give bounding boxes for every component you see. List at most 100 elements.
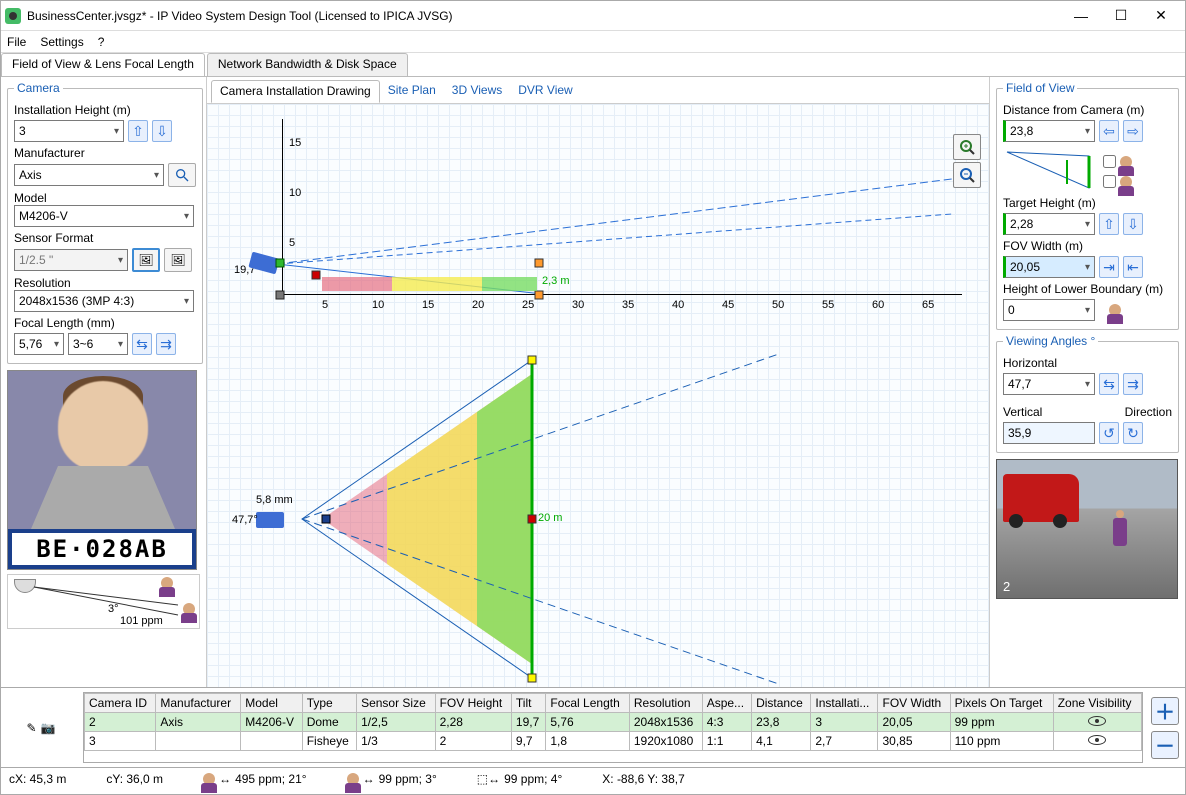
target-up-button[interactable]: ⇧ <box>1099 213 1119 235</box>
table-header[interactable]: Tilt <box>511 694 545 713</box>
vertical-field: 35,9 <box>1003 422 1095 444</box>
table-header[interactable]: Distance <box>752 694 811 713</box>
horizontal-value: 47,7 <box>1008 377 1031 391</box>
scene-3d-preview[interactable]: 2 <box>996 459 1178 599</box>
top-focal-label: 5,8 mm <box>256 494 293 506</box>
eye-icon[interactable] <box>1088 735 1106 745</box>
status-coords: X: -88,6 Y: 38,7 <box>602 772 685 786</box>
camera-table-wrap[interactable]: Camera IDManufacturerModelTypeSensor Siz… <box>83 692 1143 763</box>
fovw-in-button[interactable]: ⇥ <box>1099 256 1119 278</box>
angle-value: 3° <box>108 603 119 615</box>
tab-dvr[interactable]: DVR View <box>510 80 580 103</box>
tab-siteplan[interactable]: Site Plan <box>380 80 444 103</box>
table-header[interactable]: FOV Width <box>878 694 950 713</box>
target-far-checkbox[interactable] <box>1103 175 1116 188</box>
sensor-label: Sensor Format <box>14 231 196 245</box>
status-ppm1: ↔495 ppm; 21° <box>203 772 307 786</box>
table-header[interactable]: Manufacturer <box>156 694 241 713</box>
sensor-preset1-button[interactable]: 🖼 <box>132 248 160 272</box>
xtick: 65 <box>922 299 934 311</box>
lower-boundary-combo[interactable]: 0▾ <box>1003 299 1095 321</box>
remove-row-button[interactable]: － <box>1151 731 1179 759</box>
distance-combo[interactable]: 23,8▾ <box>1003 120 1095 142</box>
tab-fov[interactable]: Field of View & Lens Focal Length <box>1 53 205 76</box>
install-height-label: Installation Height (m) <box>14 103 196 117</box>
table-header[interactable]: Sensor Size <box>357 694 436 713</box>
table-header[interactable]: Focal Length <box>546 694 629 713</box>
camera-top-icon[interactable] <box>256 512 284 528</box>
table-header[interactable]: Model <box>241 694 302 713</box>
resolution-combo[interactable]: 2048x1536 (3MP 4:3)▾ <box>14 290 194 312</box>
camera-small-icon[interactable]: 📷 <box>41 721 56 735</box>
tab-network[interactable]: Network Bandwidth & Disk Space <box>207 53 408 76</box>
menu-file[interactable]: File <box>7 35 26 49</box>
tab-drawing[interactable]: Camera Installation Drawing <box>211 80 380 103</box>
minimize-button[interactable]: — <box>1061 2 1101 30</box>
table-header[interactable]: Aspe... <box>702 694 751 713</box>
status-ppm2: ↔99 ppm; 3° <box>347 772 437 786</box>
table-header[interactable]: Camera ID <box>85 694 156 713</box>
table-header[interactable]: Zone Visibility <box>1053 694 1141 713</box>
angles-fieldset: Viewing Angles ° Horizontal 47,7▾ ⇆ ⇉ Ve… <box>996 334 1179 453</box>
xtick: 60 <box>872 299 884 311</box>
close-button[interactable]: ✕ <box>1141 2 1181 30</box>
pencil-icon[interactable]: ✎ <box>26 721 36 735</box>
height-down-button[interactable]: ⇩ <box>152 120 172 142</box>
focal-combo[interactable]: 5,76▾ <box>14 333 64 355</box>
table-header[interactable]: Type <box>302 694 356 713</box>
side-view: 15 10 5 19,7° 2,3 m <box>242 119 962 299</box>
table-header[interactable]: Pixels On Target <box>950 694 1053 713</box>
window-title: BusinessCenter.jvsgz* - IP Video System … <box>27 9 1061 23</box>
focal-range-combo[interactable]: 3~6▾ <box>68 333 128 355</box>
distance-right-button[interactable]: ⇨ <box>1123 120 1143 142</box>
horizontal-combo[interactable]: 47,7▾ <box>1003 373 1095 395</box>
menubar: File Settings ? <box>1 31 1185 53</box>
distance-left-button[interactable]: ⇦ <box>1099 120 1119 142</box>
focal-right-button[interactable]: ⇉ <box>156 333 176 355</box>
sensor-preset2-button[interactable]: 🖼 <box>164 248 192 272</box>
menu-settings[interactable]: Settings <box>40 35 83 49</box>
add-row-button[interactable]: ＋ <box>1151 697 1179 725</box>
search-manufacturer-button[interactable] <box>168 163 196 187</box>
rotate-ccw-button[interactable]: ↺ <box>1099 422 1119 444</box>
person-icon <box>183 603 195 615</box>
person-icon <box>161 577 173 589</box>
distance-label: Distance from Camera (m) <box>1003 103 1172 117</box>
menu-help[interactable]: ? <box>98 35 105 49</box>
manufacturer-combo[interactable]: Axis▾ <box>14 164 164 186</box>
table-header[interactable]: FOV Height <box>435 694 511 713</box>
maximize-button[interactable]: ☐ <box>1101 2 1141 30</box>
target-near-checkbox[interactable] <box>1103 155 1116 168</box>
sensor-combo[interactable]: 1/2.5 "▾ <box>14 249 128 271</box>
model-combo[interactable]: M4206-V▾ <box>14 205 194 227</box>
target-height-combo[interactable]: 2,28▾ <box>1003 213 1095 235</box>
van-icon <box>1003 474 1079 522</box>
rotate-cw-button[interactable]: ↻ <box>1123 422 1143 444</box>
fov-mini-diagram <box>1003 148 1099 192</box>
install-height-combo[interactable]: 3▾ <box>14 120 124 142</box>
target-down-button[interactable]: ⇩ <box>1123 213 1143 235</box>
table-header[interactable]: Installati... <box>811 694 878 713</box>
fov-fieldset: Field of View Distance from Camera (m) 2… <box>996 81 1179 330</box>
eye-icon[interactable] <box>1088 716 1106 726</box>
fovw-out-button[interactable]: ⇤ <box>1123 256 1143 278</box>
tab-3dviews[interactable]: 3D Views <box>444 80 510 103</box>
target-height-value: 2,28 <box>1010 217 1033 231</box>
focal-left-button[interactable]: ⇆ <box>132 333 152 355</box>
h-out-button[interactable]: ⇉ <box>1123 373 1143 395</box>
fov-width-combo[interactable]: 20,05▾ <box>1003 256 1095 278</box>
person-icon <box>1113 510 1127 548</box>
workspace: Camera Installation Height (m) 3▾ ⇧ ⇩ Ma… <box>1 77 1185 687</box>
manufacturer-value: Axis <box>19 168 42 182</box>
table-header[interactable]: Resolution <box>629 694 702 713</box>
right-panel: Field of View Distance from Camera (m) 2… <box>989 77 1185 687</box>
table-row[interactable]: 3Fisheye1/329,71,81920x10801:14,12,730,8… <box>85 732 1142 751</box>
model-label: Model <box>14 191 196 205</box>
height-up-button[interactable]: ⇧ <box>128 120 148 142</box>
drawing-canvas[interactable]: 15 10 5 19,7° 2,3 m <box>207 104 989 687</box>
titlebar: BusinessCenter.jvsgz* - IP Video System … <box>1 1 1185 31</box>
h-in-button[interactable]: ⇆ <box>1099 373 1119 395</box>
tool-column: ✎ 📷 <box>1 688 81 767</box>
table-row[interactable]: 2AxisM4206-VDome1/2,52,2819,75,762048x15… <box>85 713 1142 732</box>
statusbar: cX: 45,3 m cY: 36,0 m ↔495 ppm; 21° ↔99 … <box>1 767 1185 789</box>
